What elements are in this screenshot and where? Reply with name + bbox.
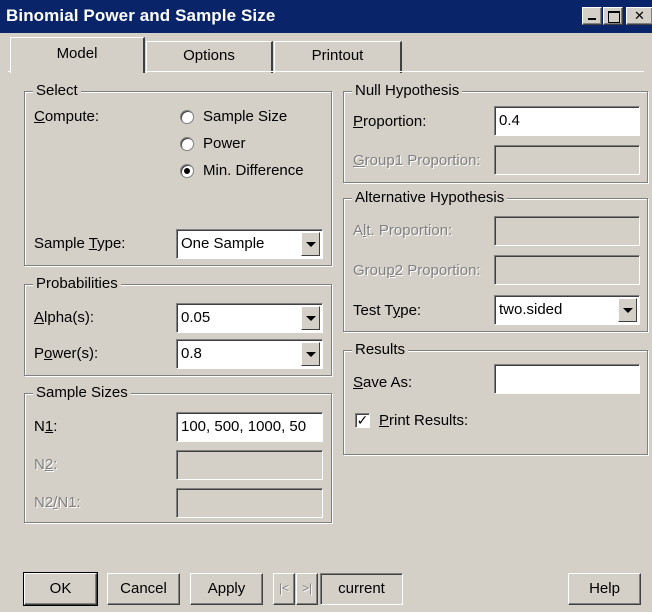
compute-label: Compute: bbox=[34, 108, 100, 125]
null-hypothesis-group-label: Null Hypothesis bbox=[352, 82, 463, 99]
alt-proportion-label: Alt. Proportion: bbox=[353, 222, 453, 239]
radio-sample-size-label: Sample Size bbox=[203, 108, 288, 125]
sample-type-label: Sample Type: bbox=[34, 235, 126, 252]
alternative-hypothesis-group-label: Alternative Hypothesis bbox=[352, 189, 508, 206]
n2n1-input[interactable] bbox=[176, 488, 323, 518]
group1-proportion-label: Group1 Proportion: bbox=[353, 152, 481, 169]
maximize-button[interactable] bbox=[603, 7, 623, 25]
cancel-button-label: Cancel bbox=[120, 580, 167, 597]
next-icon: >| bbox=[301, 581, 313, 595]
chevron-down-icon[interactable] bbox=[301, 306, 320, 330]
chevron-down-icon[interactable] bbox=[301, 342, 320, 366]
proportion-value: 0.4 bbox=[499, 112, 520, 129]
minimize-button[interactable] bbox=[582, 7, 602, 25]
probabilities-group-label: Probabilities bbox=[33, 275, 121, 292]
proportion-input[interactable]: 0.4 bbox=[494, 106, 640, 136]
tab-model[interactable]: Model bbox=[10, 37, 145, 73]
test-type-select[interactable]: two.sided bbox=[494, 295, 640, 325]
chevron-down-icon[interactable] bbox=[618, 298, 637, 322]
sample-type-select[interactable]: One Sample bbox=[176, 229, 323, 259]
n1-input[interactable]: 100, 500, 1000, 50 bbox=[176, 412, 323, 442]
help-button-label: Help bbox=[589, 580, 620, 597]
alpha-label: Alpha(s): bbox=[34, 309, 95, 326]
ok-button-label: OK bbox=[49, 580, 72, 597]
chevron-down-icon[interactable] bbox=[301, 232, 320, 256]
tab-printout[interactable]: Printout bbox=[274, 41, 402, 73]
radio-power-dot[interactable] bbox=[180, 137, 194, 151]
current-record-value: current bbox=[338, 580, 385, 597]
close-icon: ✕ bbox=[634, 8, 645, 23]
group2-proportion-label: Group2 Proportion: bbox=[353, 262, 481, 279]
test-type-label: Test Type: bbox=[353, 302, 422, 319]
power-value: 0.8 bbox=[181, 345, 202, 362]
close-button[interactable]: ✕ bbox=[626, 7, 652, 25]
alpha-value: 0.05 bbox=[181, 309, 211, 326]
n2-input[interactable] bbox=[176, 450, 323, 480]
sample-type-value: One Sample bbox=[181, 235, 265, 252]
apply-button[interactable]: Apply bbox=[190, 573, 263, 605]
cancel-button[interactable]: Cancel bbox=[107, 573, 180, 605]
power-label: Power(s): bbox=[34, 345, 99, 362]
dialog-window: Binomial Power and Sample Size ✕ Options… bbox=[0, 0, 652, 612]
results-group-label: Results bbox=[352, 341, 409, 358]
tab-options-label: Options bbox=[183, 47, 235, 64]
radio-min-difference-label: Min. Difference bbox=[203, 162, 304, 179]
tab-model-label: Model bbox=[56, 45, 98, 62]
title-bar[interactable]: Binomial Power and Sample Size ✕ bbox=[0, 0, 652, 33]
print-results-label: Print Results: bbox=[379, 412, 469, 429]
save-as-label: Save As: bbox=[353, 374, 413, 391]
sample-sizes-group-label: Sample Sizes bbox=[33, 384, 131, 401]
alt-proportion-input[interactable] bbox=[494, 216, 640, 246]
window-title: Binomial Power and Sample Size bbox=[6, 6, 276, 25]
power-select[interactable]: 0.8 bbox=[176, 339, 323, 369]
select-group-label: Select bbox=[33, 82, 81, 99]
group2-proportion-input[interactable] bbox=[494, 255, 640, 285]
previous-icon: |< bbox=[278, 581, 290, 595]
proportion-label: Proportion: bbox=[353, 113, 427, 130]
group1-proportion-input[interactable] bbox=[494, 145, 640, 175]
ok-button[interactable]: OK bbox=[23, 572, 98, 606]
n1-label: N1: bbox=[34, 418, 58, 435]
tab-options[interactable]: Options bbox=[146, 41, 273, 73]
apply-button-label: Apply bbox=[207, 580, 246, 597]
radio-sample-size-dot[interactable] bbox=[180, 110, 194, 124]
radio-min-difference-dot[interactable] bbox=[180, 164, 194, 178]
current-record-field[interactable]: current bbox=[320, 573, 403, 605]
previous-button[interactable]: |< bbox=[273, 573, 295, 605]
radio-power-label: Power bbox=[203, 135, 246, 152]
test-type-value: two.sided bbox=[499, 301, 563, 318]
save-as-input[interactable] bbox=[494, 364, 640, 394]
checkmark-icon[interactable]: ✓ bbox=[355, 413, 370, 428]
n2n1-label: N2/N1: bbox=[34, 494, 81, 511]
alpha-select[interactable]: 0.05 bbox=[176, 303, 323, 333]
n1-value: 100, 500, 1000, 50 bbox=[181, 418, 307, 435]
tab-printout-label: Printout bbox=[311, 47, 364, 64]
n2-label: N2: bbox=[34, 456, 58, 473]
next-button[interactable]: >| bbox=[296, 573, 318, 605]
help-button[interactable]: Help bbox=[568, 573, 641, 605]
